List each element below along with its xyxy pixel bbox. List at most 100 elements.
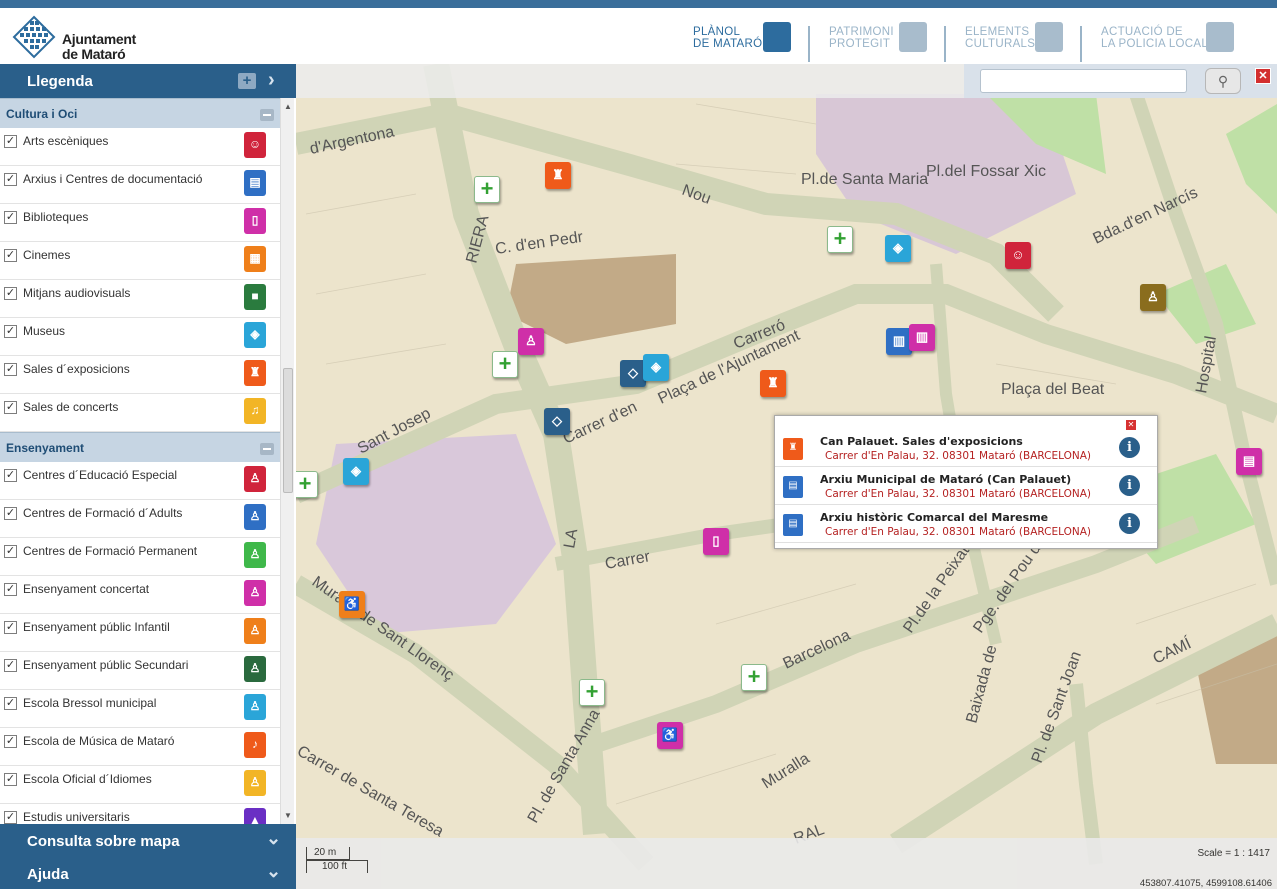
street-label: Pl.de Santa Maria xyxy=(801,171,928,188)
tab-elements[interactable]: ELEMENTS CULTURALS xyxy=(965,22,1063,66)
library-marker[interactable]: ▯ xyxy=(703,528,729,555)
legend-item: ✓ Arxius i Centres de documentació ▤ xyxy=(0,166,280,204)
layer-checkbox[interactable]: ✓ xyxy=(4,249,17,262)
legend-category[interactable]: Ensenyament xyxy=(0,432,280,462)
legend-item: ✓ Ensenyament públic Secundari ♙ xyxy=(0,652,280,690)
tab-patrimoni[interactable]: PATRIMONI PROTEGIT xyxy=(829,22,927,66)
ajuntament-logo[interactable]: Ajuntament de Mataró xyxy=(12,15,142,62)
elderly-marker[interactable]: ♿ xyxy=(339,591,365,618)
chevron-down-icon[interactable]: ⌄ xyxy=(266,828,281,849)
layer-checkbox[interactable]: ✓ xyxy=(4,211,17,224)
tab-patrimoni-line1: PATRIMONI xyxy=(829,26,894,38)
query-panel-title: Consulta sobre mapa xyxy=(27,833,180,850)
school-marker[interactable]: ♙ xyxy=(518,328,544,355)
monument-icon xyxy=(899,22,927,52)
pharmacy-marker[interactable]: + xyxy=(296,471,318,498)
info-button[interactable]: i xyxy=(1119,475,1140,496)
theatre-marker[interactable]: ☺ xyxy=(1005,242,1031,269)
layer-checkbox[interactable]: ✓ xyxy=(4,173,17,186)
legend-item-label: Escola Bressol municipal xyxy=(23,696,157,710)
tab-planol[interactable]: PLÀNOL DE MATARÓ xyxy=(693,22,791,66)
exhibition-marker[interactable]: ♜ xyxy=(545,162,571,189)
add-layer-icon[interactable]: + xyxy=(238,73,256,89)
scroll-up-icon[interactable]: ▲ xyxy=(284,102,292,111)
scroll-thumb[interactable] xyxy=(283,368,293,493)
legend-item: ✓ Arts escèniques ☺ xyxy=(0,128,280,166)
collapse-icon[interactable] xyxy=(260,109,274,121)
market-marker[interactable]: ▥ xyxy=(909,324,935,351)
layer-checkbox[interactable]: ✓ xyxy=(4,811,17,824)
health-marker[interactable]: ▤ xyxy=(1236,448,1262,475)
layer-checkbox[interactable]: ✓ xyxy=(4,773,17,786)
legend-scrollbar[interactable]: ▲ ▼ xyxy=(280,98,294,824)
query-panel-header[interactable]: Consulta sobre mapa ⌄ xyxy=(0,824,296,858)
layer-checkbox[interactable]: ✓ xyxy=(4,545,17,558)
layer-checkbox[interactable]: ✓ xyxy=(4,287,17,300)
map-canvas[interactable]: d'Argentona RIERA C. d'en Pedr Nou Pl.de… xyxy=(296,64,1277,889)
layer-checkbox[interactable]: ✓ xyxy=(4,659,17,672)
popup-row[interactable]: ▤ Arxiu històric Comarcal del Maresme Ca… xyxy=(775,506,1157,543)
collapse-icon[interactable] xyxy=(260,443,274,455)
tab-elements-line1: ELEMENTS xyxy=(965,26,1030,38)
info-button[interactable]: i xyxy=(1119,437,1140,458)
popup-close-button[interactable]: ✕ xyxy=(1126,420,1136,430)
legend-header[interactable]: Llegenda + › xyxy=(0,64,296,98)
cinema-icon: ▦ xyxy=(244,246,266,272)
special-education-icon: ♙ xyxy=(244,466,266,492)
popup-row[interactable]: ♜ Can Palauet. Sales d'exposicions Carre… xyxy=(775,430,1157,467)
layer-checkbox[interactable]: ✓ xyxy=(4,469,17,482)
help-panel-header[interactable]: Ajuda ⌄ xyxy=(0,857,296,889)
layer-checkbox[interactable]: ✓ xyxy=(4,621,17,634)
search-input[interactable] xyxy=(980,69,1187,93)
layer-checkbox[interactable]: ✓ xyxy=(4,583,17,596)
theatre-masks-icon: ☺ xyxy=(244,132,266,158)
tab-elements-line2: CULTURALS xyxy=(965,38,1036,50)
layer-checkbox[interactable]: ✓ xyxy=(4,697,17,710)
chevron-right-icon[interactable]: › xyxy=(268,69,275,92)
map-status-bar: 20 m 100 ft Scale = 1 : 1417 453807.4107… xyxy=(296,838,1277,889)
pharmacy-marker[interactable]: + xyxy=(741,664,767,691)
layer-checkbox[interactable]: ✓ xyxy=(4,735,17,748)
scroll-down-icon[interactable]: ▼ xyxy=(284,811,292,820)
exhibition-marker[interactable]: ♜ xyxy=(760,370,786,397)
legend-category[interactable]: Cultura i Oci xyxy=(0,98,280,128)
city-hall-marker[interactable]: ◇ xyxy=(544,408,570,435)
school-marker[interactable]: ♙ xyxy=(1140,284,1166,311)
popup-row[interactable]: ▤ Arxiu Municipal de Mataró (Can Palauet… xyxy=(775,468,1157,505)
layer-checkbox[interactable]: ✓ xyxy=(4,135,17,148)
exhibition-icon: ♜ xyxy=(244,360,266,386)
pharmacy-marker[interactable]: + xyxy=(492,351,518,378)
museum-marker[interactable]: ◈ xyxy=(343,458,369,485)
exhibition-icon: ♜ xyxy=(783,438,803,460)
accessibility-marker[interactable]: ♿ xyxy=(657,722,683,749)
search-button[interactable]: ⚲ xyxy=(1205,68,1241,94)
legend-item-label: Ensenyament públic Infantil xyxy=(23,620,170,634)
pharmacy-marker[interactable]: + xyxy=(579,679,605,706)
chevron-down-icon[interactable]: ⌄ xyxy=(266,861,281,882)
museum-marker[interactable]: ◈ xyxy=(885,235,911,262)
police-icon xyxy=(1206,22,1234,52)
layer-checkbox[interactable]: ✓ xyxy=(4,401,17,414)
legend-item: ✓ Escola Oficial d´Idiomes ♙ xyxy=(0,766,280,804)
close-map-button[interactable]: ✕ xyxy=(1255,68,1271,84)
tab-policia[interactable]: ACTUACIÓ DE LA POLICIA LOCAL xyxy=(1101,22,1234,66)
info-button[interactable]: i xyxy=(1119,513,1140,534)
tab-planol-line2: DE MATARÓ xyxy=(693,38,763,50)
legend-item: ✓ Sales de concerts ♫ xyxy=(0,394,280,432)
tab-policia-line2: LA POLICIA LOCAL xyxy=(1101,38,1209,50)
permanent-education-icon: ♙ xyxy=(244,542,266,568)
pharmacy-marker[interactable]: + xyxy=(474,176,500,203)
map-toolbar-strip xyxy=(296,64,964,98)
museum-marker[interactable]: ◈ xyxy=(643,354,669,381)
pharmacy-marker[interactable]: + xyxy=(827,226,853,253)
legend-item: ✓ Cinemes ▦ xyxy=(0,242,280,280)
legend-item: ✓ Mitjans audiovisuals ■ xyxy=(0,280,280,318)
layer-checkbox[interactable]: ✓ xyxy=(4,507,17,520)
popup-row-title: Arxiu Municipal de Mataró (Can Palauet) xyxy=(820,473,1072,486)
legend-item: ✓ Biblioteques ▯ xyxy=(0,204,280,242)
legend-item-label: Cinemes xyxy=(23,248,71,262)
layer-checkbox[interactable]: ✓ xyxy=(4,325,17,338)
legend-item-label: Escola Oficial d´Idiomes xyxy=(23,772,152,786)
scale-imperial: 100 ft xyxy=(306,860,368,873)
layer-checkbox[interactable]: ✓ xyxy=(4,363,17,376)
